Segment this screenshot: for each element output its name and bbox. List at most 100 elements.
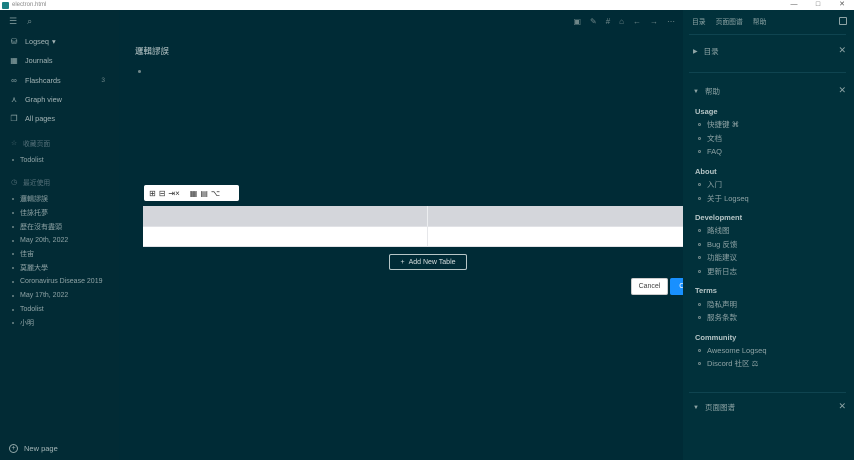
help-link-label: 入门	[707, 180, 722, 190]
help-section-title: About	[695, 166, 717, 176]
delete-column-icon[interactable]: ⇥×	[168, 189, 179, 198]
recent-item[interactable]: 佳宙	[0, 247, 119, 261]
hash-icon[interactable]: #	[606, 17, 610, 26]
sidebar-item-journals[interactable]: ▦ Journals	[0, 51, 119, 70]
help-link[interactable]: 服务条款	[695, 311, 850, 325]
sidebar-item-all-pages[interactable]: ❐ All pages	[0, 109, 119, 128]
recent-item[interactable]: May 17th, 2022	[0, 289, 119, 303]
table-cell[interactable]	[143, 206, 428, 227]
cancel-button[interactable]: Cancel	[631, 278, 668, 295]
help-link-label: 文档	[707, 133, 722, 143]
help-section-title: Usage	[695, 107, 718, 116]
merge-icon[interactable]: ⌥	[211, 189, 220, 198]
close-contents-icon[interactable]: ✕	[838, 45, 846, 56]
tab-help[interactable]: 帮助	[753, 16, 767, 26]
caret-down-icon: ▼	[693, 404, 699, 411]
bullet-icon	[698, 242, 701, 246]
tab-page-graph[interactable]: 页面图谱	[716, 16, 743, 26]
sidebar-item-flashcards[interactable]: ∞ Flashcards 3	[0, 71, 119, 90]
recent-section-title[interactable]: ◷ 最近使用	[0, 172, 119, 192]
table-cell[interactable]	[428, 226, 713, 247]
close-window-button[interactable]: ✕	[830, 0, 854, 10]
bullet-icon	[12, 211, 14, 214]
table-cell[interactable]	[428, 206, 713, 227]
recent-item[interactable]: 小明	[0, 316, 119, 330]
search-icon[interactable]: ⌕	[27, 16, 32, 27]
minimize-button[interactable]: —	[782, 0, 806, 10]
more-icon[interactable]: ⋯	[667, 17, 675, 26]
sidebar-item-label: All pages	[25, 114, 56, 124]
back-icon[interactable]: ←	[633, 17, 641, 26]
recent-item[interactable]: 歷在沒有盡頭	[0, 220, 119, 234]
home-icon[interactable]: ⌂	[619, 17, 624, 26]
recent-label: Todolist	[20, 306, 44, 314]
add-new-table-button[interactable]: + Add New Table	[389, 254, 467, 270]
calendar-icon: ▦	[10, 56, 18, 66]
help-link-label: 关于 Logseq	[707, 193, 749, 203]
page-graph-block-header[interactable]: ▼ 页面图谱	[693, 402, 735, 413]
help-link[interactable]: 更新日志	[695, 265, 850, 279]
new-page-button[interactable]: + New page	[9, 444, 58, 453]
edit-icon[interactable]: ✎	[590, 17, 597, 26]
favorites-section-title[interactable]: ☆ 收藏页面	[0, 133, 119, 153]
help-link[interactable]: Discord 社区 ⚖	[695, 357, 850, 371]
sidebar-item-logseq[interactable]: ⛁ Logseq ▾	[0, 32, 119, 51]
table-grid-icon[interactable]: ▦	[190, 189, 198, 198]
help-link[interactable]: FAQ	[695, 145, 850, 159]
bullet-icon	[698, 362, 701, 366]
close-page-graph-icon[interactable]: ✕	[838, 401, 846, 412]
table-cell[interactable]	[143, 226, 428, 247]
table-layout-icon[interactable]: ▤	[200, 189, 208, 198]
chevron-down-icon[interactable]: ▾	[52, 37, 56, 46]
divider	[689, 392, 846, 393]
recent-item[interactable]: Coronavirus Disease 2019	[0, 275, 119, 289]
recent-item[interactable]: 佳詠托夢	[0, 206, 119, 220]
sidebar-item-graph-view[interactable]: ⋏ Graph view	[0, 90, 119, 109]
divider	[689, 72, 846, 73]
favorite-item[interactable]: Todolist	[0, 153, 119, 167]
tab-contents[interactable]: 目录	[692, 16, 706, 26]
help-link[interactable]: 关于 Logseq	[695, 191, 850, 205]
delete-row-icon[interactable]: ⊟	[159, 189, 166, 198]
recent-item[interactable]: 莫麗大學	[0, 261, 119, 275]
close-help-icon[interactable]: ✕	[838, 85, 846, 96]
toggle-right-sidebar-icon[interactable]	[839, 17, 847, 25]
divider	[689, 34, 846, 35]
new-page-label: New page	[24, 444, 58, 453]
bullet-icon	[698, 183, 701, 187]
caret-down-icon: ▼	[693, 88, 699, 95]
whiteboard-icon[interactable]: ▣	[573, 17, 581, 26]
bullet-icon	[12, 308, 14, 311]
help-section-title: Development	[695, 212, 743, 222]
bullet-icon	[12, 267, 14, 270]
recent-item[interactable]: 邏輯謬誤	[0, 192, 119, 206]
recent-label: May 17th, 2022	[20, 292, 69, 300]
help-link[interactable]: Awesome Logseq	[695, 344, 850, 358]
block-bullet[interactable]	[138, 70, 141, 73]
recent-item[interactable]: Todolist	[0, 303, 119, 317]
recent-item[interactable]: May 20th, 2022	[0, 234, 119, 248]
help-link[interactable]: 功能建议	[695, 251, 850, 265]
bullet-icon	[698, 348, 701, 352]
help-block-header[interactable]: ▼ 帮助	[693, 86, 720, 97]
help-link[interactable]: Bug 反馈	[695, 238, 850, 252]
help-link[interactable]: 路线图	[695, 224, 850, 238]
help-link-label: Bug 反馈	[707, 239, 738, 249]
page-title[interactable]: 邏輯謬誤	[135, 45, 169, 57]
help-link[interactable]: 入门	[695, 178, 850, 192]
insert-row-icon[interactable]: ⊞	[149, 189, 156, 198]
forward-icon[interactable]: →	[650, 17, 658, 26]
recent-label: 莫麗大學	[20, 265, 48, 273]
help-link[interactable]: 文档	[695, 132, 850, 146]
caret-right-icon: ▶	[693, 49, 698, 55]
bullet-icon	[12, 159, 14, 162]
graph-icon: ⋏	[11, 95, 17, 105]
help-link[interactable]: 隐私声明	[695, 297, 850, 311]
maximize-button[interactable]: □	[806, 0, 830, 10]
contents-block-header[interactable]: ▶ 目录	[693, 46, 719, 57]
bullet-icon	[12, 253, 14, 256]
menu-icon[interactable]: ☰	[9, 16, 17, 27]
help-link[interactable]: 快捷键 ⌘	[695, 118, 850, 132]
bullet-icon	[12, 294, 14, 297]
table-editor[interactable]	[143, 206, 713, 247]
